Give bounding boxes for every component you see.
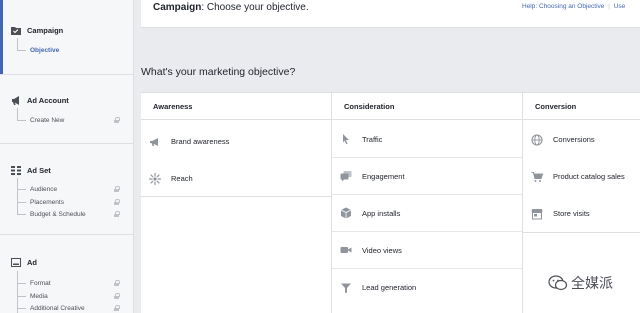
objective-label: Reach <box>171 174 193 183</box>
sidebar-item-format[interactable]: Format <box>17 277 127 289</box>
cursor-icon <box>340 133 352 145</box>
sidebar-item-label: Create New <box>30 116 65 124</box>
objective-question: What's your marketing objective? <box>141 66 296 78</box>
tree-branch <box>17 295 26 297</box>
cart-icon <box>531 171 543 183</box>
objective-reach[interactable]: Reach <box>141 160 331 197</box>
sidebar-heading-label: Ad Set <box>27 166 51 175</box>
objective-store-visits[interactable]: Store visits <box>523 195 640 232</box>
tree-branch <box>17 282 26 284</box>
grid-icon <box>11 166 21 175</box>
sidebar-item-audience[interactable]: Audience <box>17 183 127 195</box>
starburst-icon <box>149 172 161 185</box>
empty-cell <box>141 196 331 313</box>
sidebar-item-media[interactable]: Media <box>17 290 127 302</box>
page-title: Campaign: Choose your objective. <box>153 2 309 13</box>
column-consideration: Consideration Traffic Engagement App ins… <box>331 93 522 313</box>
sidebar-heading-ad[interactable]: Ad <box>11 258 37 267</box>
tree-branch <box>17 119 26 121</box>
lock-icon <box>114 117 120 123</box>
sidebar-item-label: Additional Creative <box>30 304 85 312</box>
sidebar-heading-ad-account[interactable]: Ad Account <box>11 96 69 105</box>
lock-icon <box>114 305 120 311</box>
watermark-text: 全媒派 <box>571 276 613 292</box>
sidebar-item-objective[interactable]: Objective <box>17 44 127 56</box>
objective-brand-awareness[interactable]: Brand awareness <box>141 123 331 160</box>
watermark: 全媒派 <box>548 273 613 293</box>
funnel-icon <box>340 282 352 294</box>
lock-icon <box>114 211 120 217</box>
lock-icon <box>114 199 120 205</box>
ad-frame-icon <box>11 258 21 267</box>
sidebar-item-label: Format <box>30 279 51 287</box>
sidebar-item-budget-schedule[interactable]: Budget & Schedule <box>17 208 127 220</box>
lock-icon <box>114 293 120 299</box>
sidebar-item-placements[interactable]: Placements <box>17 196 127 208</box>
folder-check-icon <box>11 27 21 35</box>
objective-label: Video views <box>362 245 402 255</box>
wechat-logo-icon <box>548 275 568 291</box>
objective-label: Conversions <box>553 135 595 144</box>
box-icon <box>340 207 352 219</box>
sidebar-item-label: Audience <box>30 185 58 193</box>
objective-lead-generation[interactable]: Lead generation <box>332 269 522 306</box>
video-camera-icon <box>340 244 352 256</box>
sidebar-heading-label: Ad <box>27 258 37 267</box>
tree-branch <box>17 49 26 51</box>
objective-engagement[interactable]: Engagement <box>332 158 522 195</box>
objective-label: Product catalog sales <box>553 172 625 181</box>
sidebar-heading-campaign[interactable]: Campaign <box>11 26 63 35</box>
sidebar-section-campaign: Campaign Objective <box>0 0 134 74</box>
objective-label: Traffic <box>362 134 383 144</box>
help-separator: | <box>608 3 610 10</box>
sidebar-section-ad: Ad Format Media Additional Creative <box>0 234 134 313</box>
sidebar-item-label: Media <box>30 292 48 300</box>
lock-icon <box>114 186 120 192</box>
column-heading-awareness: Awareness <box>141 93 331 120</box>
sidebar-item-label: Objective <box>30 46 60 54</box>
page-title-bold: Campaign <box>153 2 202 13</box>
megaphone-icon <box>149 136 161 148</box>
header-bar: Campaign: Choose your objective. Help: C… <box>141 0 640 28</box>
sidebar-item-label: Placements <box>30 198 64 206</box>
objective-label: Brand awareness <box>171 137 230 146</box>
tree-branch <box>17 213 26 215</box>
objective-conversions[interactable]: Conversions <box>523 121 640 158</box>
objective-label: App installs <box>362 208 401 218</box>
column-heading-conversion: Conversion <box>523 93 640 120</box>
sidebar-item-create-new[interactable]: Create New <box>17 114 127 126</box>
help-link-use[interactable]: Use <box>614 3 626 10</box>
objective-label: Store visits <box>553 209 590 218</box>
tree-branch <box>17 188 26 190</box>
chat-bubbles-icon <box>340 170 352 182</box>
megaphone-icon <box>12 96 19 105</box>
tree-branch <box>17 307 26 309</box>
sidebar: Campaign Objective Ad Account Create New… <box>0 0 134 313</box>
objective-app-installs[interactable]: App installs <box>332 195 522 232</box>
store-icon <box>531 208 543 220</box>
help-links: Help: Choosing an Objective | Use <box>522 3 625 10</box>
objective-label: Lead generation <box>362 283 417 292</box>
sidebar-item-additional-creative[interactable]: Additional Creative <box>17 302 127 313</box>
page-title-rest: : Choose your objective. <box>201 2 309 13</box>
objective-video-views[interactable]: Video views <box>332 232 522 269</box>
lock-icon <box>114 280 120 286</box>
objective-label: Engagement <box>362 171 405 181</box>
sidebar-heading-ad-set[interactable]: Ad Set <box>11 166 51 175</box>
column-awareness: Awareness Brand awareness Reach <box>141 93 331 313</box>
objective-product-catalog-sales[interactable]: Product catalog sales <box>523 158 640 195</box>
sidebar-section-ad-set: Ad Set Audience Placements Budget & Sche… <box>0 143 134 234</box>
tree-branch <box>17 201 26 203</box>
sidebar-item-label: Budget & Schedule <box>30 210 86 218</box>
sidebar-heading-label: Ad Account <box>27 96 69 105</box>
help-link-choosing-objective[interactable]: Help: Choosing an Objective <box>522 3 604 10</box>
objective-traffic[interactable]: Traffic <box>332 121 522 158</box>
column-heading-consideration: Consideration <box>332 93 522 120</box>
sidebar-heading-label: Campaign <box>27 26 64 35</box>
sidebar-section-ad-account: Ad Account Create New <box>0 74 134 143</box>
globe-icon <box>531 133 543 146</box>
